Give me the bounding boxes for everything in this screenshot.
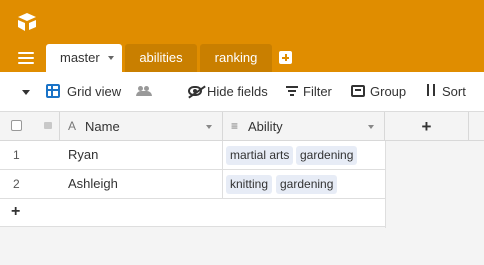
chevron-down-icon[interactable] bbox=[368, 125, 374, 129]
group-button[interactable]: Group bbox=[370, 84, 406, 100]
ability-tag: martial arts bbox=[226, 146, 294, 165]
row-number: 2 bbox=[13, 177, 20, 191]
ability-tag: gardening bbox=[276, 175, 338, 194]
row-number: 1 bbox=[13, 148, 20, 162]
ability-tag: knitting bbox=[226, 175, 273, 194]
column-label: Ability bbox=[248, 119, 283, 134]
table-row[interactable]: 2 Ashleigh knitting gardening bbox=[0, 170, 385, 199]
chevron-down-icon[interactable] bbox=[206, 125, 212, 129]
ability-cell[interactable]: knitting gardening bbox=[223, 170, 385, 198]
name-cell[interactable]: Ashleigh bbox=[60, 170, 223, 198]
header-select-cell bbox=[0, 112, 60, 141]
name-cell[interactable]: Ryan bbox=[60, 141, 223, 169]
lock-icon bbox=[44, 122, 52, 129]
sort-icon[interactable] bbox=[425, 84, 438, 97]
chevron-down-icon[interactable] bbox=[108, 56, 114, 60]
plus-icon: + bbox=[11, 203, 21, 220]
multiselect-field-icon: ≡ bbox=[231, 119, 239, 133]
add-row-button[interactable]: + bbox=[0, 199, 385, 227]
grid-view-icon bbox=[46, 84, 60, 98]
text-field-icon: A bbox=[68, 119, 77, 133]
sort-button[interactable]: Sort bbox=[442, 84, 466, 100]
column-header-ability[interactable]: ≡ Ability bbox=[223, 112, 385, 141]
filter-button[interactable]: Filter bbox=[303, 84, 332, 100]
views-chevron-icon[interactable] bbox=[22, 90, 30, 95]
hide-fields-button[interactable]: Hide fields bbox=[207, 84, 268, 100]
tab-abilities[interactable]: abilities bbox=[125, 44, 197, 72]
tab-ranking[interactable]: ranking bbox=[200, 44, 272, 72]
table-row[interactable]: 1 Ryan martial arts gardening bbox=[0, 141, 385, 170]
tab-label: master bbox=[60, 50, 100, 65]
grid-divider bbox=[385, 141, 386, 228]
tab-master[interactable]: master bbox=[46, 44, 122, 72]
filter-icon[interactable] bbox=[286, 86, 298, 96]
column-label: Name bbox=[85, 119, 120, 134]
data-grid: A Name ≡ Ability + 1 Ryan martial arts g… bbox=[0, 112, 484, 265]
column-header-name[interactable]: A Name bbox=[60, 112, 223, 141]
ability-cell[interactable]: martial arts gardening bbox=[223, 141, 385, 169]
view-name[interactable]: Grid view bbox=[67, 84, 121, 100]
top-bar: master abilities ranking bbox=[0, 0, 484, 72]
ability-tag: gardening bbox=[296, 146, 358, 165]
app-window: master abilities ranking Grid view Hide … bbox=[0, 0, 484, 265]
group-icon[interactable] bbox=[351, 85, 365, 97]
share-people-icon[interactable] bbox=[136, 86, 152, 96]
airtable-logo-icon[interactable] bbox=[16, 12, 38, 32]
select-all-checkbox[interactable] bbox=[11, 120, 22, 131]
header-filler bbox=[469, 112, 484, 141]
add-table-icon[interactable] bbox=[279, 51, 292, 64]
hide-fields-icon[interactable] bbox=[188, 86, 202, 96]
hamburger-menu-icon[interactable] bbox=[18, 52, 34, 64]
add-field-button[interactable]: + bbox=[385, 112, 469, 141]
